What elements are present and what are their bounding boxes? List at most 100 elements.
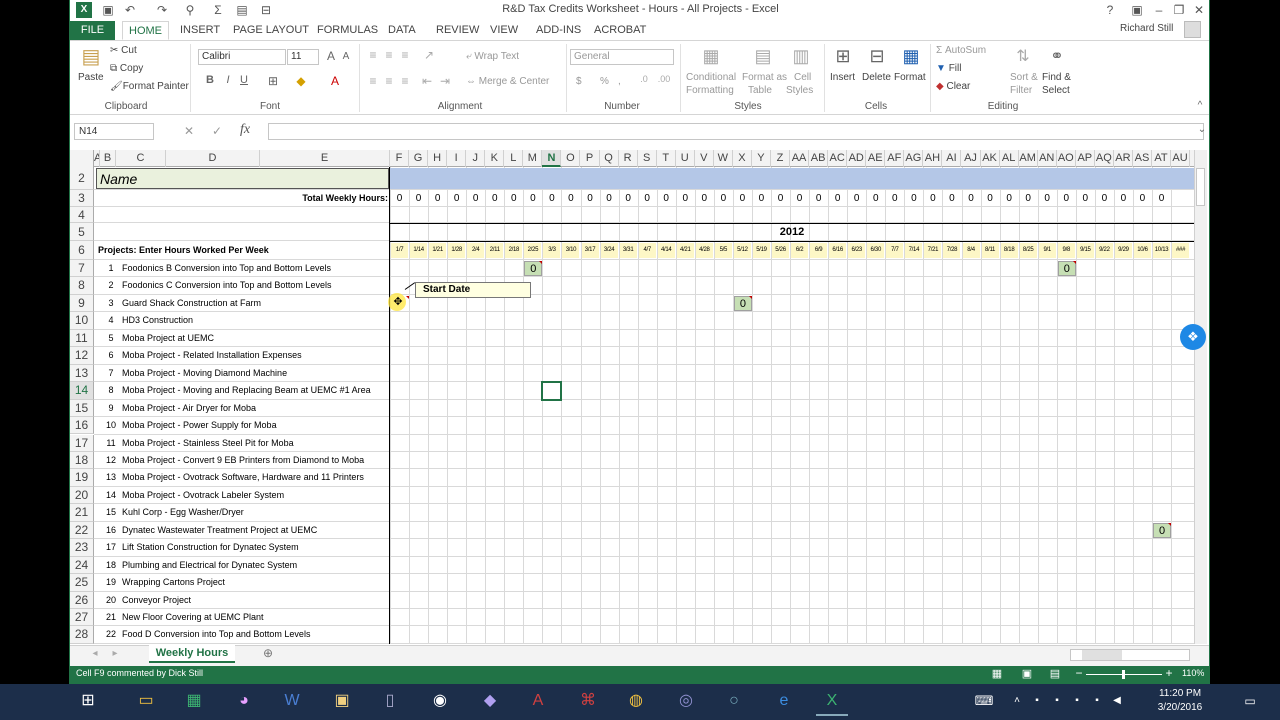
column-header-ac[interactable]: AC (828, 150, 848, 167)
top-align-icon[interactable]: ≡ (366, 48, 380, 62)
conditional-formatting-label2[interactable]: Formatting (686, 85, 734, 96)
total-cell[interactable]: 0 (981, 190, 1000, 207)
align-center-icon[interactable]: ≡ (382, 74, 396, 88)
project-name[interactable]: Plumbing and Electrical for Dynatec Syst… (122, 557, 388, 574)
row-header-18[interactable]: 18 (70, 451, 94, 470)
excel-active-icon[interactable]: X (816, 686, 848, 716)
avatar[interactable] (1184, 21, 1201, 38)
clock-date[interactable]: 3/20/2016 (1150, 702, 1210, 713)
row-header-14[interactable]: 14 (70, 382, 94, 400)
sort-filter-label1[interactable]: Sort & (1010, 72, 1038, 83)
date-cell[interactable]: ### (1172, 243, 1190, 258)
tab-insert[interactable]: INSERT (174, 21, 226, 40)
expand-formula-bar-icon[interactable]: ⌄ (1196, 124, 1208, 135)
vertical-scrollbar[interactable] (1194, 150, 1207, 644)
total-cell[interactable]: 0 (485, 190, 504, 207)
column-header-aq[interactable]: AQ (1095, 150, 1114, 167)
date-cell[interactable]: 6/2 (791, 243, 809, 258)
photos-icon[interactable]: ◕ (228, 686, 260, 716)
notifications-icon[interactable]: ▭ (1240, 686, 1260, 716)
column-header-au[interactable]: AU (1171, 150, 1191, 167)
total-cell[interactable]: 0 (866, 190, 885, 207)
column-header-y[interactable]: Y (752, 150, 771, 167)
column-header-as[interactable]: AS (1133, 150, 1152, 167)
column-header-w[interactable]: W (714, 150, 733, 167)
italic-button[interactable]: I (222, 74, 234, 86)
vertical-scroll-thumb[interactable] (1196, 168, 1205, 206)
tab-page-layout[interactable]: PAGE LAYOUT (227, 21, 315, 40)
scroll-tabs-right-icon[interactable]: ▸ (110, 648, 120, 659)
total-cell[interactable]: 0 (1133, 190, 1152, 207)
row-header-20[interactable]: 20 (70, 486, 94, 505)
chrome-icon[interactable]: ◍ (620, 686, 652, 716)
total-cell[interactable]: 0 (1076, 190, 1095, 207)
total-cell[interactable]: 0 (790, 190, 809, 207)
acrobat-icon[interactable]: ⌘ (572, 686, 604, 716)
font-color-icon[interactable]: A (328, 74, 342, 88)
total-cell[interactable]: 0 (428, 190, 447, 207)
column-header-f[interactable]: F (390, 150, 410, 167)
tab-view[interactable]: VIEW (484, 21, 524, 40)
date-cell[interactable]: 9/22 (1095, 243, 1113, 258)
horizontal-scroll-thumb[interactable] (1082, 650, 1122, 660)
project-name[interactable]: Moba Project - Moving and Replacing Beam… (122, 382, 388, 399)
insert-function-button[interactable]: fx (240, 122, 250, 138)
date-cell[interactable]: 3/17 (581, 243, 599, 258)
date-cell[interactable]: 2/4 (467, 243, 485, 258)
column-header-t[interactable]: T (657, 150, 676, 167)
row-header-13[interactable]: 13 (70, 364, 94, 383)
total-cell[interactable]: 0 (752, 190, 771, 207)
increase-decimal-icon[interactable]: .0 (636, 74, 652, 84)
column-header-ah[interactable]: AH (923, 150, 943, 167)
date-cell[interactable]: 6/9 (810, 243, 828, 258)
orientation-icon[interactable]: ↗ (422, 48, 436, 62)
delete-button[interactable]: Delete (862, 72, 891, 83)
row-header-3[interactable]: 3 (70, 190, 94, 207)
project-name[interactable]: Moba Project - Air Dryer for Moba (122, 400, 388, 417)
minimize-button[interactable]: – (1148, 1, 1170, 19)
help-button[interactable]: ? (1099, 1, 1121, 19)
row-header-7[interactable]: 7 (70, 260, 94, 278)
percent-button[interactable]: % (600, 76, 609, 87)
total-cell[interactable]: 0 (447, 190, 466, 207)
column-header-x[interactable]: X (733, 150, 752, 167)
total-cell[interactable]: 0 (923, 190, 942, 207)
project-name[interactable]: Moba Project - Convert 9 EB Printers fro… (122, 452, 388, 469)
zoom-in-icon[interactable]: + (1164, 666, 1174, 680)
total-cell[interactable]: 0 (828, 190, 847, 207)
align-left-icon[interactable]: ≡ (366, 74, 380, 88)
date-cell[interactable]: 5/26 (772, 243, 790, 258)
row-header-8[interactable]: 8 (70, 277, 94, 295)
total-cell[interactable]: 0 (1000, 190, 1019, 207)
app-circle-icon[interactable]: ◉ (424, 686, 456, 716)
row-header-2[interactable]: 2 (70, 167, 94, 190)
date-cell[interactable]: 7/14 (905, 243, 923, 258)
project-name[interactable]: Food D Conversion into Top and Bottom Le… (122, 626, 388, 643)
bold-button[interactable]: B (204, 74, 216, 86)
cell-styles-icon[interactable]: ▥ (790, 46, 812, 68)
fill-button[interactable]: ▼ Fill (936, 63, 961, 74)
date-cell[interactable]: 1/7 (391, 243, 409, 258)
clock-time[interactable]: 11:20 PM (1150, 688, 1210, 699)
tab-review[interactable]: REVIEW (430, 21, 485, 40)
project-name[interactable]: Moba Project at UEMC (122, 330, 388, 347)
name-field[interactable]: Name (96, 168, 389, 189)
date-cell[interactable]: 1/28 (448, 243, 466, 258)
column-header-aj[interactable]: AJ (962, 150, 981, 167)
user-name[interactable]: Richard Still (1120, 23, 1173, 34)
tray-icon-4[interactable]: ▪ (1090, 686, 1104, 716)
sort-filter-icon[interactable]: ⇅ (1012, 46, 1034, 68)
row-header-6[interactable]: 6 (70, 241, 94, 260)
date-cell[interactable]: 8/25 (1019, 243, 1037, 258)
format-as-table-icon[interactable]: ▤ (752, 46, 774, 68)
column-header-d[interactable]: D (166, 150, 260, 167)
date-cell[interactable]: 7/28 (943, 243, 961, 258)
date-cell[interactable]: 4/21 (676, 243, 694, 258)
project-name[interactable]: Foodonics B Conversion into Top and Bott… (122, 260, 388, 277)
column-header-h[interactable]: H (428, 150, 448, 167)
project-name[interactable]: Moba Project - Ovotrack Software, Hardwa… (122, 469, 388, 486)
total-cell[interactable]: 0 (1114, 190, 1133, 207)
collapse-ribbon-icon[interactable]: ^ (1194, 100, 1206, 111)
total-cell[interactable]: 0 (504, 190, 523, 207)
column-header-af[interactable]: AF (885, 150, 905, 167)
